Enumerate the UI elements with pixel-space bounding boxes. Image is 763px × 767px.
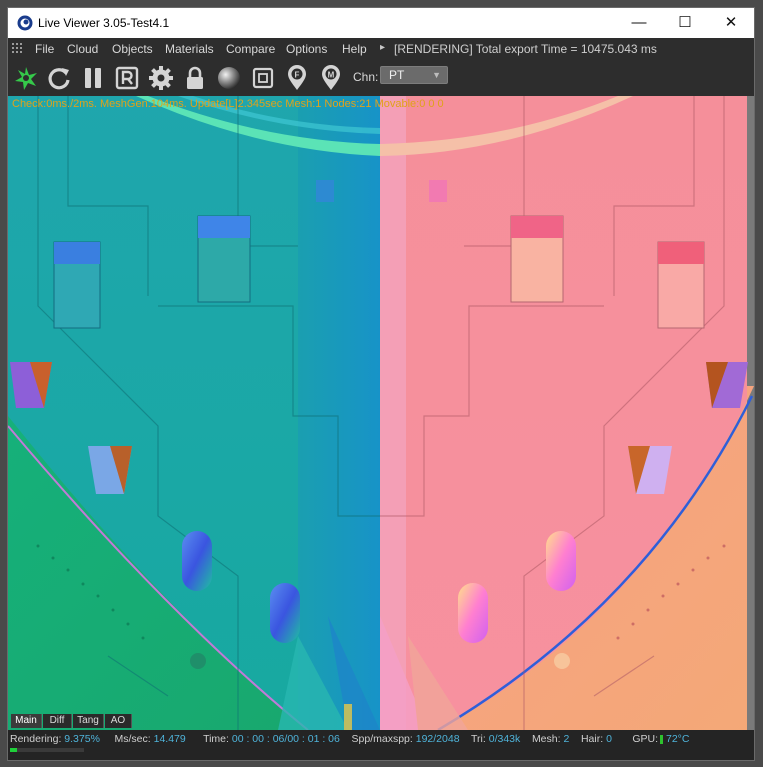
menu-file[interactable]: File: [35, 42, 54, 56]
maximize-button[interactable]: ☐: [662, 8, 708, 38]
render-image: [8, 96, 754, 730]
settings-icon[interactable]: [147, 64, 175, 92]
logo-icon[interactable]: [12, 64, 40, 92]
render-progress-fill: [10, 748, 17, 752]
live-viewer-window: Live Viewer 3.05-Test4.1 — ☐ ✕ File Clou…: [8, 8, 754, 760]
ms-per-sec-value: 14.479: [153, 733, 186, 745]
render-status-text: [RENDERING] Total export Time = 10475.04…: [394, 42, 657, 56]
menu-cloud[interactable]: Cloud: [67, 42, 98, 56]
title-bar[interactable]: Live Viewer 3.05-Test4.1 — ☐ ✕: [8, 8, 754, 38]
tab-diff[interactable]: Diff: [43, 714, 72, 728]
hair-value: 0: [606, 733, 612, 745]
channel-select-value: PT: [389, 68, 405, 82]
gpu-load-icon: [660, 734, 663, 744]
app-logo-icon: [17, 15, 33, 31]
mesh-label: Mesh:: [531, 733, 561, 745]
render-debug-overlay: Check:0ms./2ms. MeshGen:104ms. Update[L]…: [12, 98, 444, 110]
time-value: 00 : 00 : 06/00 : 01 : 06: [231, 733, 340, 745]
refresh-icon[interactable]: [45, 64, 73, 92]
material-ball-icon[interactable]: [215, 64, 243, 92]
render-viewport[interactable]: Check:0ms./2ms. MeshGen:104ms. Update[L]…: [8, 96, 754, 730]
mesh-value: 2: [563, 733, 570, 745]
time-label: Time:: [203, 733, 229, 745]
spp-value: 192/2048: [415, 733, 460, 745]
menu-objects[interactable]: Objects: [112, 42, 153, 56]
region-render-icon[interactable]: [113, 64, 141, 92]
menu-help[interactable]: Help: [342, 42, 367, 56]
svg-text:F: F: [295, 71, 300, 80]
pause-icon[interactable]: [79, 64, 107, 92]
ms-per-sec-label: Ms/sec:: [114, 733, 151, 745]
tab-tang[interactable]: Tang: [73, 714, 104, 728]
minimize-button[interactable]: —: [616, 8, 662, 38]
svg-text:M: M: [328, 71, 335, 80]
menu-bar: File Cloud Objects Materials Compare Opt…: [8, 38, 754, 60]
rendering-label: Rendering:: [10, 733, 62, 745]
tab-main[interactable]: Main: [11, 714, 42, 728]
lock-icon[interactable]: [181, 64, 209, 92]
menu-materials[interactable]: Materials: [165, 42, 214, 56]
tri-label: Tri:: [471, 733, 486, 745]
menu-expand-icon[interactable]: ▸: [380, 42, 385, 53]
window-title: Live Viewer 3.05-Test4.1: [38, 16, 170, 30]
spp-label: Spp/maxspp:: [351, 733, 413, 745]
tri-value: 0/343k: [488, 733, 521, 745]
close-button[interactable]: ✕: [708, 8, 754, 38]
focus-pick-icon[interactable]: F: [283, 64, 311, 92]
rendering-value: 9.375%: [64, 733, 100, 745]
channel-label: Chn:: [353, 70, 379, 84]
render-progress-bar: [10, 748, 84, 752]
channel-select[interactable]: PT ▼: [380, 66, 448, 84]
material-pick-icon[interactable]: M: [317, 64, 345, 92]
hair-label: Hair:: [580, 733, 604, 745]
menu-options[interactable]: Options: [286, 42, 327, 56]
gpu-label: GPU:: [632, 733, 658, 745]
menu-compare[interactable]: Compare: [226, 42, 275, 56]
focus-frame-icon[interactable]: [249, 64, 277, 92]
toolbar: F M Chn: PT ▼: [8, 60, 754, 96]
tab-ao[interactable]: AO: [105, 714, 132, 728]
status-bar: Rendering: 9.375% Ms/sec: 14.479 Time: 0…: [8, 730, 754, 760]
chevron-down-icon: ▼: [432, 70, 441, 80]
grip-icon[interactable]: [12, 43, 24, 55]
gpu-temp-value: 72°C: [666, 733, 690, 745]
